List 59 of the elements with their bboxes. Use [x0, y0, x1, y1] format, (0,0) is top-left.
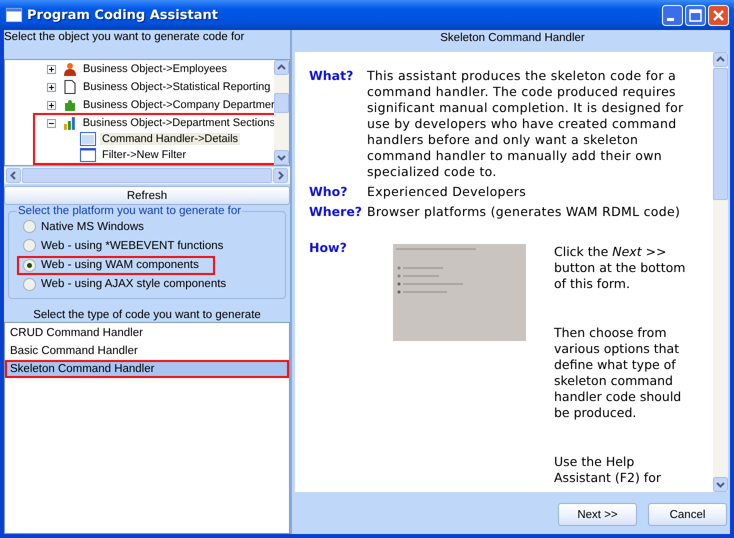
- section-label: How?: [309, 240, 348, 257]
- expander-icon[interactable]: [47, 64, 56, 74]
- expander-icon[interactable]: [47, 100, 56, 110]
- close-button[interactable]: [708, 4, 729, 26]
- refresh-button[interactable]: Refresh: [4, 186, 290, 205]
- scroll-up-icon[interactable]: [274, 60, 289, 75]
- form-icon: [80, 148, 96, 162]
- maximize-button[interactable]: [685, 4, 706, 26]
- scroll-right-icon[interactable]: [273, 168, 288, 183]
- scroll-left-icon[interactable]: [6, 168, 21, 183]
- window-icon: [6, 8, 22, 22]
- radio-option[interactable]: Native MS Windows: [17, 217, 150, 236]
- tree-item[interactable]: Filter->New Filter: [100, 149, 188, 161]
- window-icon: [80, 132, 96, 146]
- list-item[interactable]: Basic Command Handler: [5, 342, 289, 360]
- vertical-scrollbar[interactable]: [274, 60, 289, 165]
- group-legend: Select the platform you want to generate for: [17, 205, 242, 217]
- minimize-button[interactable]: [662, 4, 683, 26]
- tree-item[interactable]: Command Handler->Details: [100, 133, 240, 145]
- object-prompt: Select the object you want to generate code for: [4, 30, 246, 45]
- person-icon: [63, 62, 77, 76]
- radio-button[interactable]: [23, 258, 36, 272]
- section-text: Browser platforms (generates WAM RDML code): [367, 204, 682, 220]
- radio-option[interactable]: Web - using *WEBEVENT functions: [17, 236, 230, 256]
- radio-button[interactable]: [23, 278, 36, 291]
- scroll-thumb[interactable]: [713, 68, 728, 200]
- instruction-text: Then choose from various options that define what type of skeleton command handler code should be produced.: [554, 325, 682, 421]
- instruction-text: Use the Help Assistant (F2) for: [554, 454, 662, 486]
- section-label: What?: [309, 68, 354, 85]
- section-label: Where?: [309, 204, 364, 220]
- section-text: This assistant produces the skeleton code for a command handler. The code produced requires significant manual completion. It is designed for use by developers who have created command handlers before and only want a skeleton command handler to manually add their own specialized code to.: [367, 68, 684, 180]
- radio-button[interactable]: [23, 239, 36, 252]
- cancel-button[interactable]: Cancel: [648, 503, 727, 526]
- scroll-down-icon[interactable]: [274, 150, 289, 165]
- code-type-prompt: Select the type of code you want to generate: [32, 308, 262, 322]
- vertical-scrollbar[interactable]: [713, 52, 728, 492]
- document-icon: [63, 80, 77, 94]
- tree-item[interactable]: Business Object->Employees: [81, 63, 229, 75]
- instruction-text: Click the Next >> button at the bottom of this form.: [554, 244, 686, 292]
- chart-icon: [62, 116, 77, 130]
- section-label: Who?: [309, 184, 349, 200]
- next-button[interactable]: Next >>: [558, 503, 637, 526]
- window-title: Program Coding Assistant: [27, 8, 219, 22]
- puzzle-icon: [63, 98, 77, 112]
- list-item[interactable]: Skeleton Command Handler: [5, 360, 289, 378]
- horizontal-scrollbar[interactable]: [4, 167, 290, 184]
- tree-item[interactable]: Business Object->Statistical Reporting: [81, 81, 272, 93]
- scroll-down-icon[interactable]: [713, 477, 728, 492]
- radio-option[interactable]: Web - using AJAX style components: [17, 274, 232, 294]
- radio-button[interactable]: [23, 220, 36, 234]
- expander-icon[interactable]: [47, 82, 56, 92]
- panel-title: Skeleton Command Handler: [439, 31, 586, 46]
- scroll-up-icon[interactable]: [713, 52, 728, 67]
- expander-icon[interactable]: [47, 118, 56, 128]
- scroll-thumb[interactable]: [274, 93, 289, 113]
- scroll-thumb[interactable]: [22, 168, 272, 183]
- section-text: Experienced Developers: [367, 184, 528, 200]
- radio-option[interactable]: Web - using WAM components: [17, 256, 215, 275]
- list-item[interactable]: CRUD Command Handler: [5, 324, 289, 342]
